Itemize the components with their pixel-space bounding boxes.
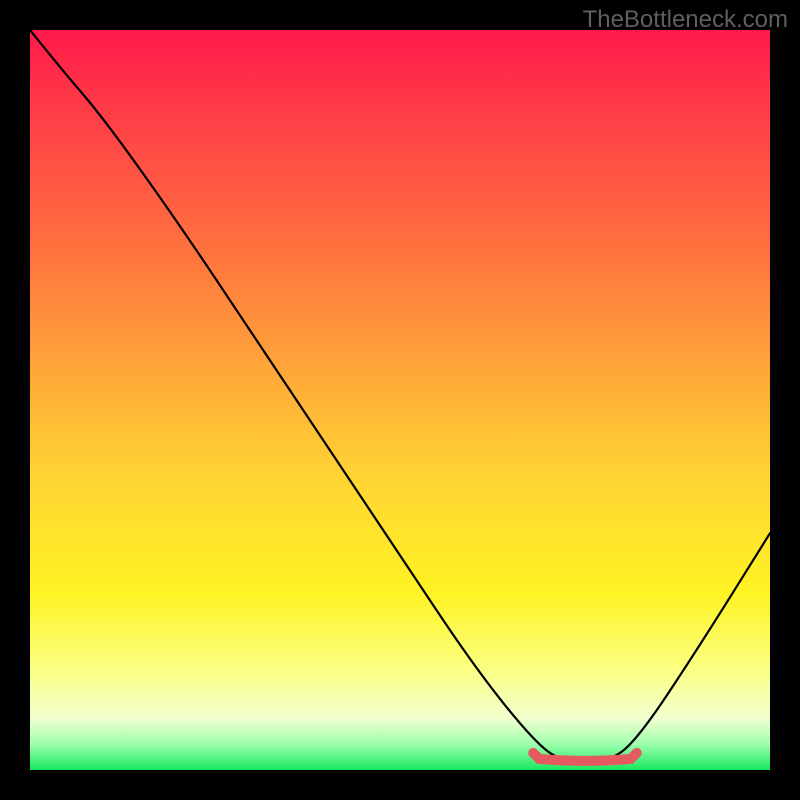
- curve-layer: [30, 30, 770, 770]
- chart-frame: TheBottleneck.com: [0, 0, 800, 800]
- valley-highlight: [533, 753, 637, 761]
- plot-area: [30, 30, 770, 770]
- bottleneck-curve: [30, 30, 770, 763]
